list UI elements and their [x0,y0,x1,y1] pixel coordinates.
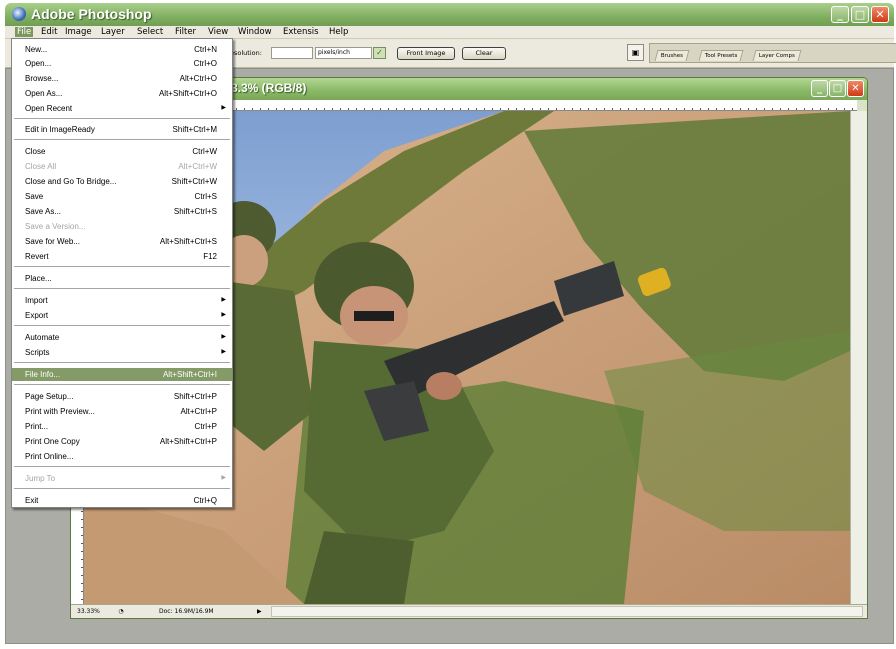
clear-button[interactable]: Clear [462,47,506,60]
file-menu-dropdown: New... Ctrl+N Open... Ctrl+O Browse... Alt+… [11,38,233,508]
menu-select[interactable]: Select [135,27,165,37]
menu-item-save[interactable]: Save Ctrl+S [12,190,232,203]
zoom-level[interactable]: 33.33% [77,607,100,617]
menu-separator [14,139,230,140]
submenu-arrow-icon: ▶ [221,334,226,340]
menu-separator [14,466,230,467]
title-bar[interactable]: Adobe Photoshop _ □ ✕ [5,3,894,26]
menu-item-open[interactable]: Open... Ctrl+O [12,57,232,70]
status-menu-arrow-icon[interactable]: ▶ [257,607,262,617]
palette-well-icon[interactable]: ▣ [627,44,644,61]
menu-item-scripts[interactable]: Scripts ▶ [12,346,232,359]
menu-item-jump-to: Jump To ▶ [25,474,226,483]
menu-separator [14,488,230,489]
menu-item-export[interactable]: Export ▶ [12,309,232,322]
menu-view[interactable]: View [206,27,230,37]
horizontal-scrollbar[interactable] [271,606,863,617]
menu-extensis[interactable]: Extensis [281,27,321,37]
menu-item-file-info[interactable]: File Info... Alt+Shift+Ctrl+I [12,368,232,381]
tab-layer-comps[interactable]: Layer Comps [752,50,802,61]
photoshop-eye-icon [12,7,26,21]
menu-file[interactable]: File [15,27,34,37]
front-image-button[interactable]: Front Image [397,47,455,60]
menu-image[interactable]: Image [63,27,94,37]
submenu-arrow-icon: ▶ [221,475,226,481]
menu-separator [14,384,230,385]
menu-item-save-version: Save a Version... [25,222,86,231]
document-status-bar: 33.33% ◔ Doc: 16.9M/16.9M ▶ [71,604,867,618]
photoshop-window: Adobe Photoshop _ □ ✕ File Edit Image La… [0,0,896,649]
menu-window[interactable]: Window [236,27,274,37]
menu-separator [14,325,230,326]
units-select[interactable]: pixels/inch [315,47,372,59]
menu-item-browse[interactable]: Browse... Alt+Ctrl+O [12,72,232,85]
menu-item-exit[interactable]: Exit Ctrl+Q [12,494,232,507]
doc-close-button[interactable]: ✕ [847,80,864,97]
palette-well: Brushes Tool Presets Layer Comps [649,43,896,63]
menu-separator [14,288,230,289]
menu-separator [14,118,230,119]
menu-item-save-for-web[interactable]: Save for Web... Alt+Shift+Ctrl+S [12,235,232,248]
maximize-button[interactable]: □ [851,6,869,23]
tab-tool-presets[interactable]: Tool Presets [698,50,744,61]
minimize-button[interactable]: _ [831,6,849,23]
submenu-arrow-icon: ▶ [221,105,226,111]
menu-layer[interactable]: Layer [99,27,127,37]
app-title: Adobe Photoshop [31,6,152,22]
submenu-arrow-icon: ▶ [221,297,226,303]
vertical-scrollbar[interactable] [850,111,867,604]
menu-item-close-go-bridge[interactable]: Close and Go To Bridge... Shift+Ctrl+W [12,175,232,188]
doc-size-info: Doc: 16.9M/16.9M [159,608,214,615]
menu-item-print[interactable]: Print... Ctrl+P [12,420,232,433]
menu-help[interactable]: Help [327,27,350,37]
menu-item-save-as[interactable]: Save As... Shift+Ctrl+S [12,205,232,218]
submenu-arrow-icon: ▶ [221,312,226,318]
menu-item-print-with-preview[interactable]: Print with Preview... Alt+Ctrl+P [12,405,232,418]
menu-filter[interactable]: Filter [173,27,198,37]
menu-item-edit-in-imageready[interactable]: Edit in ImageReady Shift+Ctrl+M [12,123,232,136]
menu-item-new[interactable]: New... Ctrl+N [12,43,232,56]
menu-item-revert[interactable]: Revert F12 [12,250,232,263]
menu-item-open-recent[interactable]: Open Recent ▶ [12,102,232,115]
resolution-input[interactable] [271,47,313,59]
menu-item-open-as[interactable]: Open As... Alt+Shift+Ctrl+O [12,87,232,100]
menu-item-page-setup[interactable]: Page Setup... Shift+Ctrl+P [12,390,232,403]
menu-item-import[interactable]: Import ▶ [12,294,232,307]
menu-edit[interactable]: Edit [39,27,59,37]
menu-item-print-one-copy[interactable]: Print One Copy Alt+Shift+Ctrl+P [12,435,232,448]
menu-item-automate[interactable]: Automate ▶ [12,331,232,344]
navigator-icon[interactable]: ◔ [115,607,127,617]
doc-minimize-button[interactable]: _ [811,80,828,97]
menu-item-close[interactable]: Close Ctrl+W [12,145,232,158]
menu-item-print-online[interactable]: Print Online... [12,450,232,463]
menu-item-close-all: Close All Alt+Ctrl+W [25,162,217,171]
units-dropdown-arrow-icon[interactable]: ✓ [373,47,386,59]
close-button[interactable]: ✕ [871,6,889,23]
tab-brushes[interactable]: Brushes [654,50,690,61]
document-title: 3.3% (RGB/8) [231,81,307,95]
menu-item-place[interactable]: Place... [12,272,232,285]
menu-separator [14,362,230,363]
menu-separator [14,266,230,267]
resolution-label: esolution: [230,49,262,57]
doc-maximize-button[interactable]: □ [829,80,846,97]
submenu-arrow-icon: ▶ [221,349,226,355]
